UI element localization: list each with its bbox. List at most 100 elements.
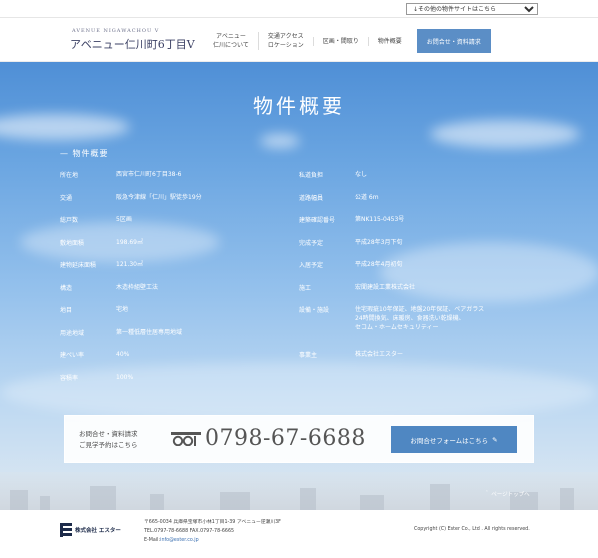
spec-label: 建ぺい率 [60,352,85,359]
spec-row: 交通 阪急今津線「仁川」駅徒歩19分 [60,193,290,216]
spec-label: 設備・施設 [299,307,330,314]
spec-row: 事業主 株式会社エスター [299,350,559,373]
copyright: Copyright (C) Ester Co., Ltd . All right… [414,527,530,532]
nav-access-location[interactable]: 交通アクセス ロケーション [257,32,313,50]
cloud-shape [430,120,580,148]
spec-value-multiline: 住宅瑕疵10年保証、地盤20年保証、ペアガラス 24時間換気、床暖房、食器洗い乾… [355,305,484,332]
email-line: E-Mail:info@ester.co.jp [144,536,281,545]
page-top-link[interactable]: ＾ ページトップへ [484,490,530,498]
spec-label: 入居予定 [299,262,324,269]
spec-value: 阪急今津線「仁川」駅徒歩19分 [116,193,202,201]
nav-about-nigawa[interactable]: アベニュー 仁川について [204,32,258,50]
building-shape [90,486,116,510]
spec-row: 施工 宏聞建設工業株式会社 [299,283,559,306]
contact-text: お問合せ・資料請求 ご見学予約はこちら [79,429,138,451]
spec-label: 建物延床面積 [60,262,97,269]
spec-value: 平成28年4月初旬 [355,261,403,268]
site-switch-bar: ↓その他の物件サイトはこちら [0,0,598,18]
nav-label-line1: 区画・間取り [322,37,359,45]
spec-label: 完成予定 [299,239,324,247]
contact-text-line2: ご見学予約はこちら [79,441,138,449]
spec-value: 198.69㎡ [116,238,143,246]
other-sites-select[interactable]: ↓その他の物件サイトはこちら [406,3,538,15]
spec-value: 第NK115-0453号 [355,216,405,223]
building-shape [150,494,164,510]
nav-label-line2: ロケーション [267,42,304,49]
nav-floor-plan[interactable]: 区画・間取り [312,36,368,46]
spec-row: 敷地面積 198.69㎡ [60,238,290,261]
spec-value: 121.30㎡ [116,261,143,268]
spec-label: 構造 [60,284,73,292]
global-nav: アベニュー 仁川について 交通アクセス ロケーション 区画・間取り 物件概要 お… [204,26,491,56]
spec-row: 入居予定 平成28年4月初旬 [299,260,559,283]
spec-table-right: 私道負担 なし 道路幅員 公道 6m 建築確認番号 第NK115-0453号 完成予定… [299,170,559,373]
spec-row: 容積率 100% [60,373,290,396]
spec-value: 第一種低層住居専用地域 [116,328,183,336]
company-name: 株式会社 エスター [75,528,121,534]
nav-label-line1: 物件概要 [377,37,402,45]
site-footer: 株式会社 エスター 〒665-0034 兵庫県宝塚市小林1丁目1-39 アベニュ… [0,510,598,558]
spec-label: 交通 [60,194,73,202]
cloud-shape [260,134,300,148]
building-shape [360,495,384,510]
chevron-up-icon: ＾ [484,492,490,498]
spec-value-line: 住宅瑕疵10年保証、地盤20年保証、ペアガラス [355,306,485,313]
pencil-icon: ✎ [492,435,498,444]
spec-value: 100% [116,373,134,381]
spec-label: 事業主 [299,352,318,359]
spec-row: 地目 宅地 [60,305,290,328]
contact-form-button-label: お問合せフォームはこちら [410,436,489,445]
spec-table-left: 所在地 西宮市仁川町6丁目38-6 交通 阪急今津線「仁川」駅徒歩19分 総戸数 5区… [60,170,290,395]
phone-number-block[interactable]: 0798-67-6688 [171,426,366,451]
nav-label-line1: 交通アクセス [267,33,304,40]
page-title: 物件概要 [253,94,345,118]
nav-property-overview[interactable]: 物件概要 [367,36,411,46]
email-link[interactable]: info@ester.co.jp [160,538,199,543]
email-label: E-Mail: [144,538,161,543]
spec-row: 私道負担 なし [299,170,559,193]
spec-value: 西宮市仁川町6丁目38-6 [116,171,182,178]
spec-label: 施工 [299,284,312,292]
spec-row: 完成予定 平成28年3月下旬 [299,238,559,261]
nav-label-line1: アベニュー [215,33,246,40]
spec-row: 建ぺい率 40% [60,350,290,373]
spec-value: 5区画 [116,216,132,223]
company-address: 〒665-0034 兵庫県宝塚市小林1丁目1-39 アベニュー逆瀬川3F TEL… [144,518,281,545]
page-top-label: ページトップへ [491,492,530,498]
spec-label: 所在地 [60,172,79,179]
spec-row: 道路幅員 公道 6m [299,193,559,216]
spec-row: 用途地域 第一種低層住居専用地域 [60,328,290,351]
spec-row: 構造 木造枠組壁工法 [60,283,290,306]
contact-form-button[interactable]: お問合せフォームはこちら ✎ [391,426,517,453]
spec-value: 公道 6m [355,193,379,201]
spec-row: 建築確認番号 第NK115-0453号 [299,215,559,238]
spec-value: 木造枠組壁工法 [116,283,159,291]
tel-fax-line: TEL.0797-78-6688 FAX.0797-78-6665 [144,529,235,534]
spec-value: 宏聞建設工業株式会社 [355,283,416,291]
free-dial-icon [171,431,201,446]
spec-value: なし [355,171,368,178]
spec-row: 設備・施設 住宅瑕疵10年保証、地盤20年保証、ペアガラス 24時間換気、床暖房… [299,305,559,350]
spec-label: 容積率 [60,374,79,382]
spec-value-line: セコム・ホームセキュリティー [355,324,439,331]
building-shape [220,492,250,510]
spec-value: 株式会社エスター [355,351,404,358]
spec-label: 敷地面積 [60,239,85,247]
spec-label: 総戸数 [60,217,79,224]
building-shape [430,484,450,510]
spec-row: 総戸数 5区画 [60,215,290,238]
address-line: 〒665-0034 兵庫県宝塚市小林1丁目1-39 アベニュー逆瀬川3F [144,520,281,525]
site-header: AVENUE NIGAWACHOU V アベニュー仁川町6丁目V アベニュー 仁… [0,18,598,62]
contact-banner: お問合せ・資料請求 ご見学予約はこちら 0798-67-6688 お問合せフォー… [64,415,534,463]
contact-text-line1: お問合せ・資料請求 [79,430,138,438]
building-shape [10,490,28,510]
spec-value: 宅地 [116,306,129,313]
site-logo[interactable]: AVENUE NIGAWACHOU V アベニュー仁川町6丁目V [70,28,195,52]
spec-label: 用途地域 [60,329,85,337]
company-logo-mark [60,523,72,537]
logo-subtitle: AVENUE NIGAWACHOU V [72,28,160,34]
contact-request-button[interactable]: お問合せ・資料請求 [416,29,491,53]
spec-value: 40% [116,351,130,358]
spec-value-line: 24時間換気、床暖房、食器洗い乾燥機、 [355,315,465,322]
spec-label: 建築確認番号 [299,217,336,224]
